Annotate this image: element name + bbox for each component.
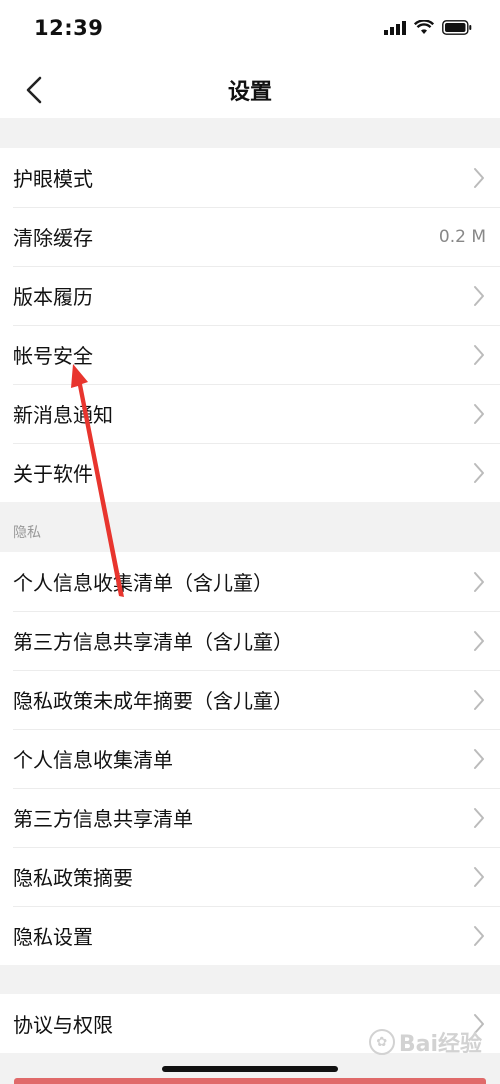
battery-icon	[442, 20, 472, 39]
setting-label: 第三方信息共享清单（含儿童）	[13, 630, 293, 654]
home-indicator[interactable]	[162, 1066, 338, 1072]
signal-icon	[384, 20, 406, 39]
setting-clear-cache[interactable]: 清除缓存 0.2 M	[0, 207, 500, 266]
cache-size-value: 0.2 M	[438, 226, 486, 247]
status-time: 12:39	[34, 16, 104, 40]
baidu-watermark: ✿ Bai经验	[368, 1026, 482, 1058]
setting-label: 新消息通知	[13, 403, 113, 427]
setting-label: 关于软件	[13, 462, 93, 486]
setting-about-software[interactable]: 关于软件	[0, 443, 500, 502]
chevron-right-icon	[472, 924, 486, 948]
setting-label: 帐号安全	[13, 344, 93, 368]
privacy-item[interactable]: 第三方信息共享清单	[0, 788, 500, 847]
setting-label: 第三方信息共享清单	[13, 807, 193, 831]
setting-eye-protection[interactable]: 护眼模式	[0, 148, 500, 207]
setting-version-history[interactable]: 版本履历	[0, 266, 500, 325]
setting-label: 护眼模式	[13, 167, 93, 191]
chevron-right-icon	[472, 688, 486, 712]
status-icons	[384, 19, 472, 39]
chevron-right-icon	[472, 343, 486, 367]
privacy-item[interactable]: 个人信息收集清单	[0, 729, 500, 788]
privacy-item[interactable]: 隐私政策未成年摘要（含儿童）	[0, 670, 500, 729]
settings-group-general: 护眼模式 清除缓存 0.2 M 版本履历 帐号安全 新消息通知 关于软件	[0, 148, 500, 502]
setting-label: 隐私政策未成年摘要（含儿童）	[13, 689, 293, 713]
chevron-right-icon	[472, 570, 486, 594]
setting-label: 隐私设置	[13, 925, 93, 949]
wifi-icon	[413, 19, 435, 39]
chevron-right-icon	[472, 402, 486, 426]
chevron-right-icon	[472, 461, 486, 485]
chevron-right-icon	[472, 747, 486, 771]
chevron-right-icon	[472, 865, 486, 889]
status-bar: 12:39	[0, 0, 500, 62]
bottom-action-strip[interactable]	[14, 1078, 486, 1084]
nav-bar: 设置	[0, 62, 500, 118]
paw-logo-icon: ✿	[368, 1029, 395, 1055]
watermark-text: Bai经验	[398, 1032, 482, 1057]
chevron-right-icon	[472, 806, 486, 830]
setting-label: 隐私政策摘要	[13, 866, 133, 890]
setting-label: 版本履历	[13, 285, 93, 309]
setting-label: 清除缓存	[13, 226, 93, 250]
setting-label: 个人信息收集清单（含儿童）	[13, 571, 273, 595]
setting-label: 个人信息收集清单	[13, 748, 173, 772]
page-title: 设置	[227, 80, 272, 105]
chevron-right-icon	[472, 284, 486, 308]
chevron-right-icon	[472, 629, 486, 653]
privacy-section-header: 隐私	[13, 525, 41, 541]
privacy-item[interactable]: 隐私设置	[0, 906, 500, 965]
settings-group-privacy: 个人信息收集清单（含儿童） 第三方信息共享清单（含儿童） 隐私政策未成年摘要（含…	[0, 552, 500, 965]
setting-new-message-notification[interactable]: 新消息通知	[0, 384, 500, 443]
setting-account-security[interactable]: 帐号安全	[0, 325, 500, 384]
privacy-item[interactable]: 隐私政策摘要	[0, 847, 500, 906]
privacy-item[interactable]: 第三方信息共享清单（含儿童）	[0, 611, 500, 670]
privacy-item[interactable]: 个人信息收集清单（含儿童）	[0, 552, 500, 611]
chevron-right-icon	[472, 166, 486, 190]
